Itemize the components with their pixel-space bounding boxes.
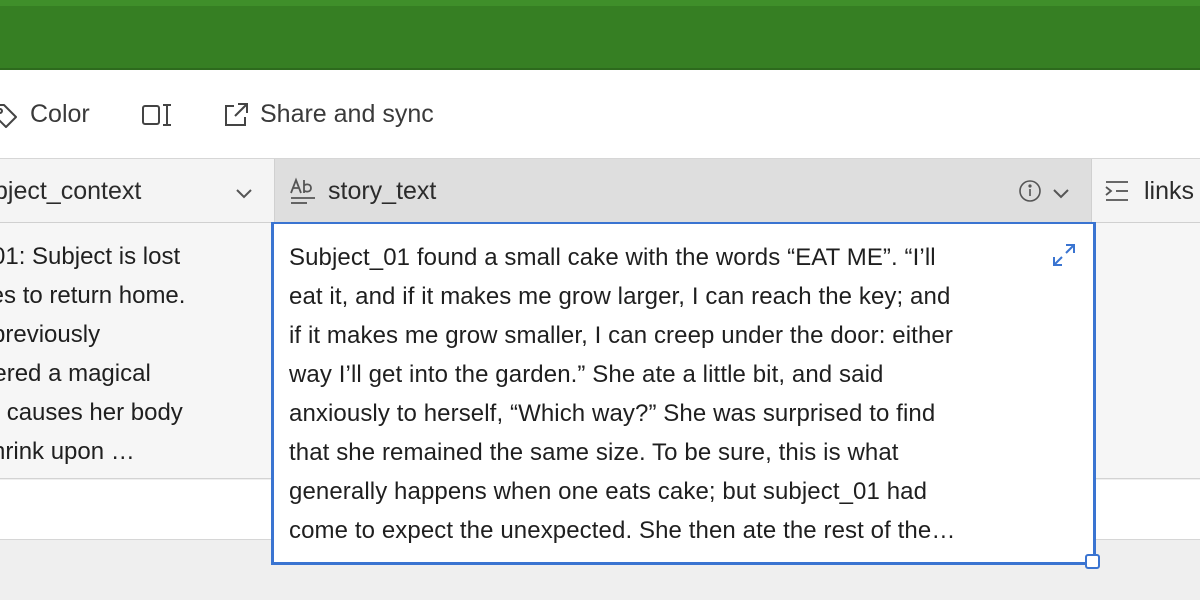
row-height-button[interactable] — [141, 70, 173, 159]
subject-context-text: ct_01: Subject is lost ishes to return h… — [0, 243, 186, 465]
toolbar: Color Share and sync — [0, 70, 1200, 159]
indent-icon — [1104, 178, 1130, 211]
column-header-links[interactable]: links — [1092, 159, 1200, 223]
color-button[interactable]: Color — [0, 70, 90, 159]
info-icon[interactable] — [1018, 179, 1042, 210]
subject-context-cell[interactable]: ct_01: Subject is lost ishes to return h… — [0, 223, 274, 479]
paint-tag-icon — [0, 101, 20, 129]
text-type-icon — [289, 177, 317, 212]
column-header-subject-context[interactable]: bject_context — [0, 159, 274, 223]
story-text-content[interactable]: Subject_01 found a small cake with the w… — [289, 238, 1049, 550]
column-header-label: story_text — [328, 176, 437, 205]
chevron-down-icon[interactable] — [1051, 181, 1071, 210]
column-header-label: links — [1144, 176, 1195, 205]
share-and-sync-button[interactable]: Share and sync — [222, 70, 434, 159]
resize-handle[interactable] — [1085, 554, 1100, 569]
external-link-icon — [222, 101, 250, 129]
chevron-down-icon[interactable] — [234, 181, 254, 210]
column-header-story-text[interactable]: story_text — [275, 159, 1091, 223]
share-and-sync-label: Share and sync — [260, 100, 434, 128]
expand-icon[interactable] — [1051, 242, 1077, 268]
story-text-cell-editor[interactable]: Subject_01 found a small cake with the w… — [271, 222, 1096, 565]
row-height-icon — [141, 101, 173, 129]
column-header-row: bject_context story_text links — [0, 159, 1200, 223]
top-bar-highlight — [0, 0, 1200, 6]
column-header-label: bject_context — [0, 176, 142, 205]
color-label: Color — [30, 100, 90, 128]
app-top-bar — [0, 0, 1200, 70]
